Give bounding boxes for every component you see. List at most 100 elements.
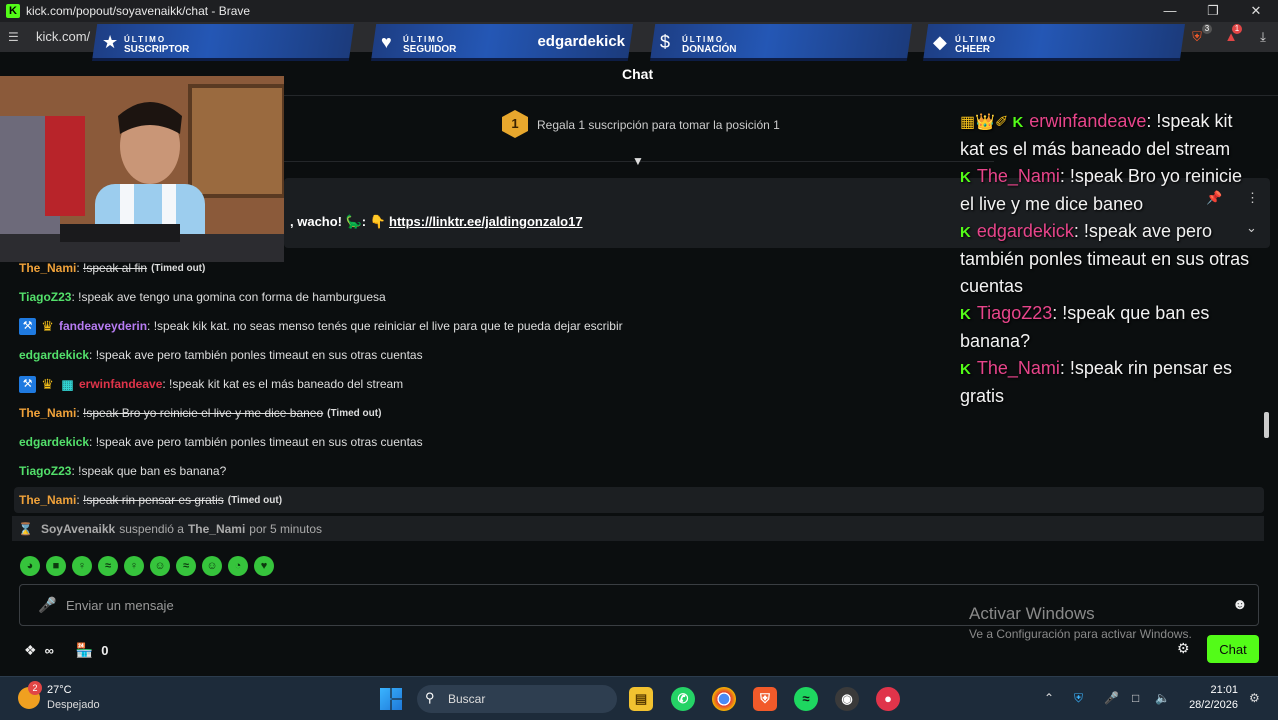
message-username[interactable]: TiagoZ23	[19, 464, 71, 478]
activate-windows-subtitle: Ve a Configuración para activar Windows.	[969, 627, 1192, 641]
store-count: 0	[101, 642, 109, 658]
pinned-text: , wacho! 🦕: 👇	[290, 214, 386, 229]
download-icon[interactable]: ⤓	[1254, 28, 1272, 46]
overlay-banner: ★ ÚLTIMO SUSCRIPTOR	[92, 24, 354, 61]
emoji-picker-icon[interactable]: ☻	[1232, 596, 1248, 613]
og-badge-icon[interactable]: ▦	[59, 376, 76, 393]
overlay-chat-line: K TiagoZ23: !speak que ban es banana?	[960, 300, 1260, 355]
weather-badge: 2	[28, 681, 42, 695]
brave-icon[interactable]: ⛨	[753, 687, 777, 711]
hourglass-icon: ⌛	[18, 521, 33, 536]
sub-goal-banner: 1 Regala 1 suscripción para tomar la pos…	[284, 96, 994, 168]
message-username[interactable]: fandeaveyderin	[59, 319, 147, 333]
banner-icon: ♥	[381, 32, 392, 52]
message-username[interactable]: The_Nami	[19, 493, 76, 507]
spotify-icon[interactable]: ≈	[794, 687, 818, 711]
site-settings-icon[interactable]: ☰	[8, 30, 19, 44]
obs-icon[interactable]: ◉	[835, 687, 859, 711]
weather-temperature[interactable]: 27°C	[47, 684, 72, 696]
emote-bar: ◕ ■ ♀ ≈ ♀ ☺ ≈ ☺ ◔ ♥	[20, 556, 274, 576]
microphone-icon[interactable]: 🎤	[38, 596, 57, 614]
mic-tray-icon[interactable]: 🎤	[1104, 691, 1119, 705]
chat-scrollbar[interactable]	[1264, 412, 1269, 438]
emote-icon[interactable]: ☺	[150, 556, 170, 576]
app-icon[interactable]: ●	[876, 687, 900, 711]
emote-icon[interactable]: ☺	[202, 556, 222, 576]
whatsapp-icon[interactable]: ✆	[671, 687, 695, 711]
message-text: !speak ave pero también ponles timeaut e…	[95, 348, 423, 362]
message-colon: :	[76, 493, 84, 507]
banner-icon: ★	[102, 32, 119, 52]
overlay-username: The_Nami	[976, 358, 1060, 378]
tray-overflow-icon[interactable]: ⌃	[1044, 691, 1054, 705]
webcam-video	[0, 76, 284, 262]
collapse-icon[interactable]: ▼	[632, 154, 644, 168]
emote-icon[interactable]: ♀	[72, 556, 92, 576]
settings-gear-icon[interactable]: ⚙	[1177, 640, 1190, 657]
overlay-colon: :	[1059, 166, 1070, 186]
pinned-link[interactable]: https://linktr.ee/jaldingonzalo17	[389, 214, 583, 229]
overlay-chat-line: ▦👑✐ Kerwinfandeave: !speak kit kat es el …	[960, 108, 1260, 163]
message-text: !speak ave tengo una gomina con forma de…	[78, 290, 386, 304]
message-text: !speak que ban es banana?	[78, 464, 227, 478]
chat-message: The_Nami: !speak rin pensar es gratis (Ti…	[14, 487, 1264, 513]
overlay-chat-line: K The_Nami: !speak rin pensar es gratis	[960, 355, 1260, 410]
message-username[interactable]: The_Nami	[19, 261, 76, 275]
chrome-icon[interactable]	[712, 687, 736, 711]
minimize-button[interactable]: —	[1148, 0, 1192, 22]
banner-line2: CHEER	[955, 44, 991, 55]
taskbar-search[interactable]: ⚲ Buscar	[417, 685, 617, 713]
windows-start-icon[interactable]	[380, 688, 402, 710]
system-duration: por 5 minutos	[249, 521, 322, 536]
vip-crown-icon[interactable]: ♛	[39, 318, 56, 335]
sub-goal-text: Regala 1 suscripción para tomar la posic…	[537, 118, 780, 132]
message-colon: :	[89, 435, 96, 449]
mod-badge-icon[interactable]: ⚒	[19, 375, 36, 393]
security-icon[interactable]: ⛨	[1074, 691, 1083, 706]
points-icon[interactable]: ❖	[24, 642, 37, 659]
message-username[interactable]: erwinfandeave	[79, 377, 162, 391]
file-explorer-icon[interactable]: ▤	[629, 687, 653, 711]
emote-icon[interactable]: ■	[46, 556, 66, 576]
message-text: !speak Bro yo reinicie el live y me dice…	[83, 406, 324, 420]
message-text: !speak ave pero también ponles timeaut e…	[95, 435, 423, 449]
message-username[interactable]: edgardekick	[19, 435, 89, 449]
message-username[interactable]: The_Nami	[19, 406, 76, 420]
kick-logo-icon: K	[6, 4, 20, 18]
message-username[interactable]: edgardekick	[19, 348, 89, 362]
message-username[interactable]: TiagoZ23	[19, 290, 71, 304]
banner-line1: ÚLTIMO	[955, 35, 998, 44]
overlay-banner: ◆ ÚLTIMO CHEER	[923, 24, 1185, 61]
store-icon[interactable]: 🏪	[76, 642, 93, 659]
send-chat-button[interactable]: Chat	[1207, 635, 1259, 663]
volume-icon[interactable]: 🔈	[1155, 691, 1170, 705]
message-text: !speak kit kat es el más baneado del str…	[169, 377, 404, 391]
weather-condition[interactable]: Despejado	[47, 699, 100, 711]
emote-icon[interactable]: ◔	[228, 556, 248, 576]
browser-title-bar: K kick.com/popout/soyavenaikk/chat - Bra…	[0, 0, 1278, 22]
url-text[interactable]: kick.com/	[36, 29, 90, 44]
network-icon[interactable]: □	[1132, 691, 1139, 705]
notifications-icon[interactable]: ⚙	[1249, 691, 1260, 705]
emote-icon[interactable]: ◕	[20, 556, 40, 576]
activate-windows-title: Activar Windows	[969, 604, 1095, 623]
overlay-colon: :	[1146, 111, 1157, 131]
close-button[interactable]: ✕	[1234, 0, 1278, 22]
message-colon: :	[89, 348, 96, 362]
banner-line1: ÚLTIMO	[124, 35, 167, 44]
message-text: !speak rin pensar es gratis	[83, 493, 224, 507]
banner-icon: ◆	[933, 32, 947, 52]
emote-icon[interactable]: ♀	[124, 556, 144, 576]
mod-badge-icon[interactable]: ⚒	[19, 317, 36, 335]
emote-icon[interactable]: ≈	[176, 556, 196, 576]
clock-time[interactable]: 21:01	[1200, 684, 1238, 696]
banner-line2: SUSCRIPTOR	[124, 44, 190, 55]
emote-icon[interactable]: ≈	[98, 556, 118, 576]
overlay-colon: :	[1073, 221, 1084, 241]
clock-date[interactable]: 28/2/2026	[1186, 699, 1238, 711]
timed-out-label: (Timed out)	[151, 262, 206, 274]
vip-crown-icon[interactable]: ♛	[39, 376, 56, 393]
maximize-button[interactable]: ❐	[1191, 0, 1235, 22]
message-input[interactable]	[66, 595, 966, 615]
emote-icon[interactable]: ♥	[254, 556, 274, 576]
